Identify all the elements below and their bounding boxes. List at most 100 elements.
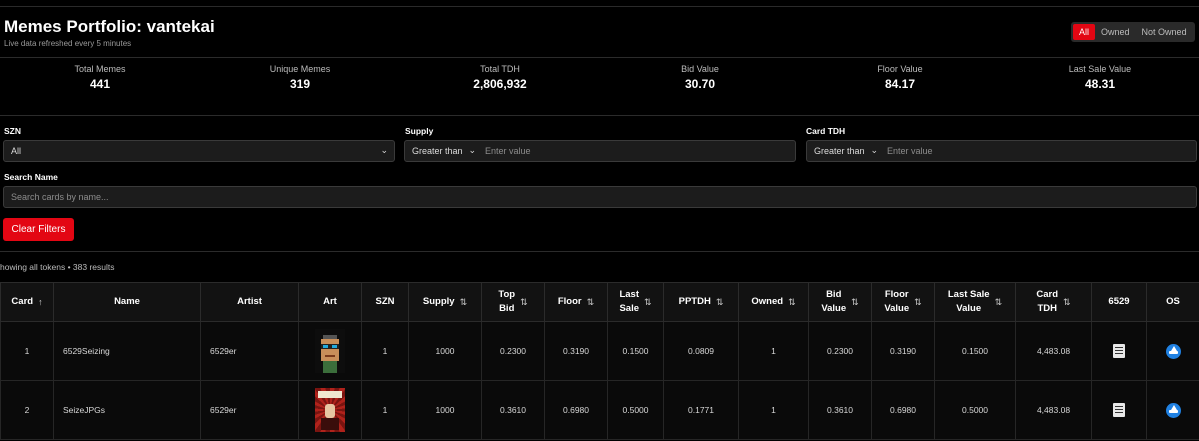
- card-tdh-operator-value: Greater than: [814, 146, 865, 156]
- column-header-supply[interactable]: Supply ⇅: [408, 282, 482, 322]
- column-header-content: Floor Value ⇅: [884, 288, 921, 316]
- document-icon[interactable]: [1113, 344, 1125, 358]
- stat-label: Bid Value: [681, 64, 719, 74]
- column-header-line1: Top: [498, 289, 516, 300]
- column-header-pptdh[interactable]: PPTDH ⇅: [663, 282, 739, 322]
- cell-szn: 1: [361, 380, 409, 440]
- column-header-6529: 6529: [1091, 282, 1147, 322]
- cell-card-tdh: 4,483.08: [1015, 380, 1092, 440]
- stats-divider: [0, 115, 1199, 116]
- cell-owned: 1: [738, 380, 809, 440]
- cell-floor: 0.3190: [544, 321, 608, 381]
- cell-owned: 1: [738, 321, 809, 381]
- card-art-thumbnail[interactable]: [315, 388, 345, 432]
- stat-label: Unique Memes: [269, 64, 331, 74]
- toggle-not-owned[interactable]: Not Owned: [1136, 24, 1193, 40]
- column-header-line1: 6529: [1108, 296, 1130, 307]
- column-header-last-sale-value[interactable]: Last Sale Value ⇅: [934, 282, 1016, 322]
- column-header-label: Artist: [237, 295, 262, 309]
- sort-arrows-icon[interactable]: ⇅: [851, 295, 859, 309]
- cell-card: 2: [0, 380, 54, 440]
- column-header-owned[interactable]: Owned ⇅: [738, 282, 809, 322]
- cell-bid-value: 0.2300: [808, 321, 872, 381]
- column-header-content: Floor ⇅: [558, 295, 594, 309]
- cell-card: 1: [0, 321, 54, 381]
- search-input[interactable]: Search cards by name...: [3, 186, 1197, 208]
- cell-last-sale: 0.5000: [607, 380, 664, 440]
- cell-last-sale-value: 0.5000: [934, 380, 1016, 440]
- arrow-up-icon[interactable]: ↑: [38, 295, 43, 309]
- clear-filters-button[interactable]: Clear Filters: [3, 218, 74, 241]
- column-header-content: Owned ⇅: [751, 295, 795, 309]
- stat-value: 441: [89, 77, 111, 91]
- supply-value-input[interactable]: Enter value: [485, 146, 531, 156]
- column-header-card-tdh[interactable]: Card TDH ⇅: [1015, 282, 1092, 322]
- stat-label: Total Memes: [74, 64, 126, 74]
- stat-total-tdh: Total TDH 2,806,932: [400, 64, 600, 91]
- column-header-line2: Bid: [499, 303, 515, 314]
- szn-select-value: All: [11, 146, 22, 156]
- column-header-top-bid[interactable]: Top Bid ⇅: [481, 282, 545, 322]
- column-header-floor[interactable]: Floor ⇅: [544, 282, 608, 322]
- cell-name: SeizeJPGs: [53, 380, 201, 440]
- refresh-note: Live data refreshed every 5 minutes: [4, 39, 132, 48]
- cell-6529-link: [1091, 380, 1147, 440]
- cell-floor-value: 0.6980: [871, 380, 935, 440]
- toggle-owned[interactable]: Owned: [1095, 24, 1136, 40]
- toggle-all[interactable]: All: [1073, 24, 1096, 40]
- opensea-icon[interactable]: [1165, 402, 1181, 418]
- column-header-line1: Card: [11, 296, 34, 307]
- column-header-content: 6529: [1108, 295, 1129, 309]
- stat-bid-value: Bid Value 30.70: [600, 64, 800, 91]
- column-header-floor-value[interactable]: Floor Value ⇅: [871, 282, 935, 322]
- column-header-content: Card ↑: [11, 295, 42, 309]
- chevron-down-icon: ⌄: [870, 145, 878, 155]
- card-art-thumbnail[interactable]: [315, 329, 345, 373]
- card-tdh-operator-select[interactable]: Greater than ⌄: [807, 141, 882, 161]
- sort-arrows-icon[interactable]: ⇅: [460, 295, 468, 309]
- column-header-bid-value[interactable]: Bid Value ⇅: [808, 282, 872, 322]
- sort-arrows-icon[interactable]: ⇅: [1063, 295, 1071, 309]
- column-header-label: Bid Value: [821, 288, 846, 316]
- stat-value: 48.31: [1084, 77, 1116, 91]
- column-header-line2: Value: [956, 303, 982, 314]
- sort-arrows-icon[interactable]: ⇅: [716, 295, 724, 309]
- column-header-content: Art: [323, 295, 337, 309]
- table-row[interactable]: 2 SeizeJPGs 6529er 1 1000 0.3610 0.6980 0.5000 0…: [0, 380, 1199, 440]
- stat-value: 2,806,932: [473, 77, 527, 91]
- column-header-content: Last Sale Value ⇅: [948, 288, 1002, 316]
- column-header-line1: PPTDH: [678, 296, 711, 307]
- column-header-line2: TDH: [1037, 303, 1057, 314]
- card-tdh-value-input[interactable]: Enter value: [887, 146, 933, 156]
- sort-arrows-icon[interactable]: ⇅: [587, 295, 595, 309]
- sort-arrows-icon[interactable]: ⇅: [644, 295, 652, 309]
- chevron-down-icon: ⌄: [380, 145, 388, 155]
- cell-card-tdh: 4,483.08: [1015, 321, 1092, 381]
- stat-total-memes: Total Memes 441: [0, 64, 200, 91]
- column-header-label: Art: [323, 295, 337, 309]
- sort-arrows-icon[interactable]: ⇅: [788, 295, 796, 309]
- stat-label: Total TDH: [480, 64, 520, 74]
- column-header-line1: Card: [1036, 289, 1059, 300]
- sort-arrows-icon[interactable]: ⇅: [914, 295, 922, 309]
- column-header-card[interactable]: Card ↑: [0, 282, 54, 322]
- column-header-content: Name: [114, 295, 140, 309]
- column-header-line1: Bid: [826, 289, 842, 300]
- table-row[interactable]: 1 6529Seizing 6529er 1 1000 0.2300 0.3190 0.150…: [0, 321, 1199, 381]
- sort-arrows-icon[interactable]: ⇅: [995, 295, 1003, 309]
- column-header-line1: Name: [114, 296, 140, 307]
- cell-floor-value: 0.3190: [871, 321, 935, 381]
- column-header-content: Artist: [237, 295, 262, 309]
- column-header-line1: Owned: [751, 296, 784, 307]
- cell-opensea-link: [1146, 321, 1199, 381]
- sort-arrows-icon[interactable]: ⇅: [520, 295, 528, 309]
- document-icon[interactable]: [1113, 403, 1125, 417]
- szn-select[interactable]: All ⌄: [3, 140, 395, 162]
- cell-last-sale-value: 0.1500: [934, 321, 1016, 381]
- column-header-art: Art: [298, 282, 362, 322]
- opensea-icon[interactable]: [1165, 343, 1181, 359]
- column-header-last-sale[interactable]: Last Sale ⇅: [607, 282, 664, 322]
- cell-artist: 6529er: [200, 321, 299, 381]
- cell-artist: 6529er: [200, 380, 299, 440]
- supply-operator-select[interactable]: Greater than ⌄: [405, 141, 480, 161]
